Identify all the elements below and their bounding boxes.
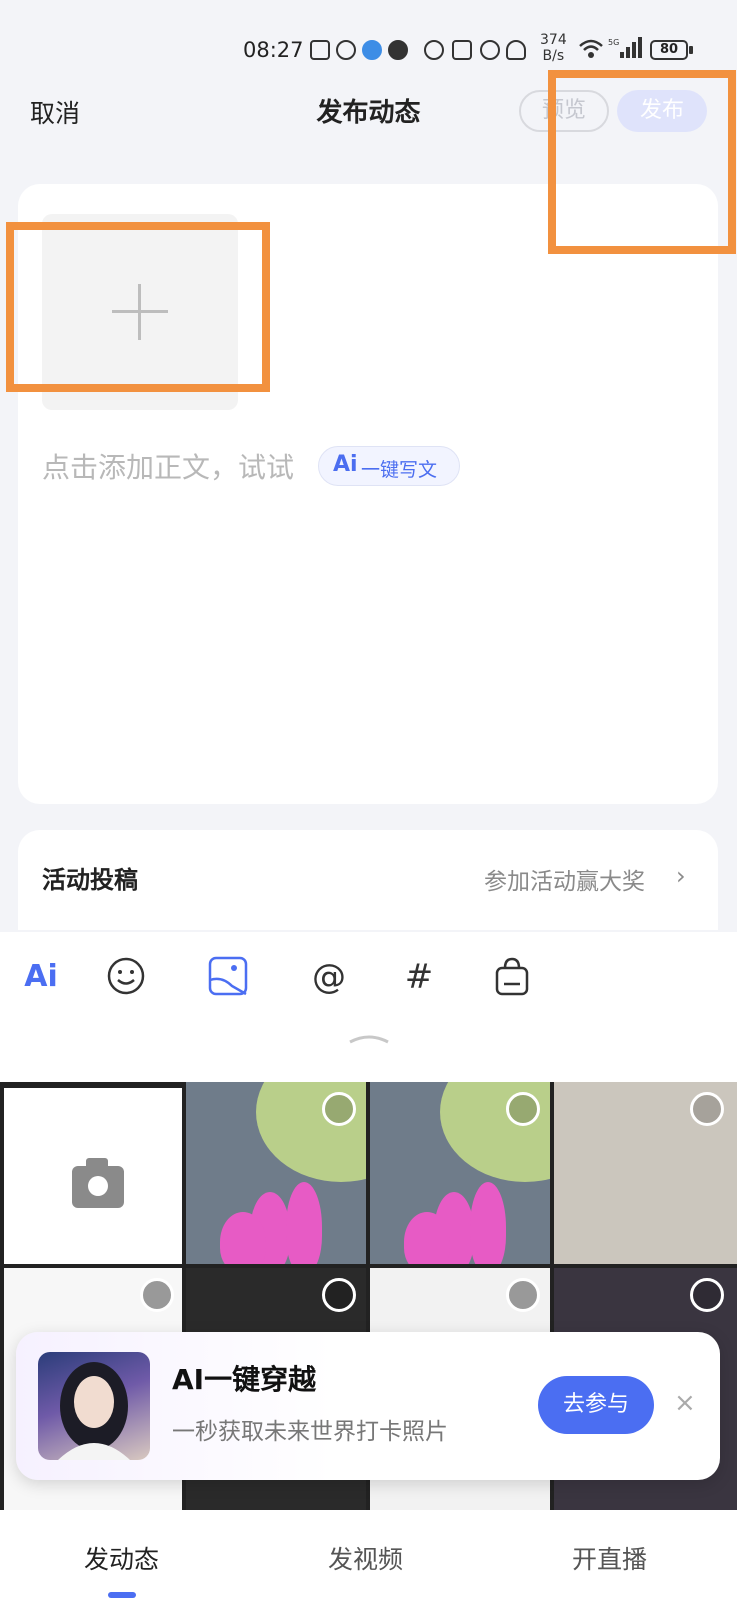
mute-icon xyxy=(506,40,526,60)
select-circle[interactable] xyxy=(322,1092,356,1126)
image-icon[interactable] xyxy=(206,954,250,998)
media-thumb[interactable] xyxy=(186,1082,366,1264)
bottom-tab-bar: 发动态 发视频 开直播 xyxy=(0,1510,737,1600)
browser-icon xyxy=(362,40,382,60)
thumb-decoration xyxy=(220,1212,266,1264)
network-rate-unit: B/s xyxy=(542,48,565,64)
status-time: 08:27 xyxy=(243,38,304,62)
camera-icon xyxy=(72,1158,124,1208)
activity-title: 活动投稿 xyxy=(42,866,138,894)
close-icon[interactable]: × xyxy=(674,1388,696,1418)
ai-icon: Ai xyxy=(333,452,358,477)
drag-handle-icon[interactable] xyxy=(348,1032,390,1044)
body-text-input[interactable]: 点击添加正文，试试 xyxy=(42,446,294,486)
promo-subtitle: 一秒获取未来世界打卡照片 xyxy=(172,1419,448,1445)
bag-icon[interactable] xyxy=(490,954,534,998)
annotation-box xyxy=(6,222,270,392)
activity-link[interactable]: 参加活动赢大奖 xyxy=(484,862,645,896)
chevron-right-icon: › xyxy=(676,862,686,890)
svg-text:5G: 5G xyxy=(608,38,619,47)
promo-title: AI一键穿越 xyxy=(172,1363,317,1396)
network-rate-value: 374 xyxy=(540,32,567,48)
ai-write-label: 一键写文 xyxy=(361,459,438,481)
join-button[interactable]: 去参与 xyxy=(538,1376,654,1434)
tab-post-video[interactable]: 发视频 xyxy=(328,1540,403,1576)
thumb-decoration xyxy=(404,1212,450,1264)
select-circle[interactable] xyxy=(506,1092,540,1126)
promo-banner[interactable]: AI一键穿越 一秒获取未来世界打卡照片 去参与 × xyxy=(16,1332,720,1480)
compose-toolbar: Ai @ # xyxy=(0,932,737,1082)
portrait-illustration xyxy=(58,1362,130,1460)
status-bar: 08:27 374 B/s 5G 80 xyxy=(0,30,737,70)
tab-go-live[interactable]: 开直播 xyxy=(572,1540,647,1576)
topic-button[interactable]: # xyxy=(396,954,442,1000)
annotation-box xyxy=(548,70,736,254)
message-icon xyxy=(388,40,408,60)
select-circle[interactable] xyxy=(322,1278,356,1312)
select-circle[interactable] xyxy=(506,1278,540,1312)
signal-icon: 5G xyxy=(608,37,642,58)
alarm-icon xyxy=(480,40,500,60)
ai-write-button[interactable]: Ai 一键写文 xyxy=(318,446,460,486)
thumb-decoration xyxy=(470,1182,506,1264)
tab-post-moment[interactable]: 发动态 xyxy=(84,1540,159,1576)
camera-button[interactable] xyxy=(4,1088,182,1264)
select-circle[interactable] xyxy=(140,1278,174,1312)
network-rate: 374 B/s xyxy=(540,32,567,64)
promo-avatar xyxy=(38,1352,150,1460)
select-circle[interactable] xyxy=(690,1278,724,1312)
nfc-icon xyxy=(452,40,472,60)
upload-icon xyxy=(310,40,330,60)
thumb-decoration xyxy=(286,1182,322,1264)
mention-button[interactable]: @ xyxy=(306,954,352,1000)
wifi-icon xyxy=(579,39,603,58)
select-circle[interactable] xyxy=(690,1092,724,1126)
battery-icon: 80 xyxy=(650,40,693,60)
media-thumb[interactable] xyxy=(370,1082,550,1264)
tab-indicator xyxy=(108,1592,136,1598)
media-thumb[interactable] xyxy=(554,1082,737,1264)
nfc-icon xyxy=(424,40,444,60)
wechat-icon xyxy=(336,40,356,60)
emoji-icon[interactable] xyxy=(104,954,148,998)
ai-tool-button[interactable]: Ai xyxy=(18,954,64,1000)
